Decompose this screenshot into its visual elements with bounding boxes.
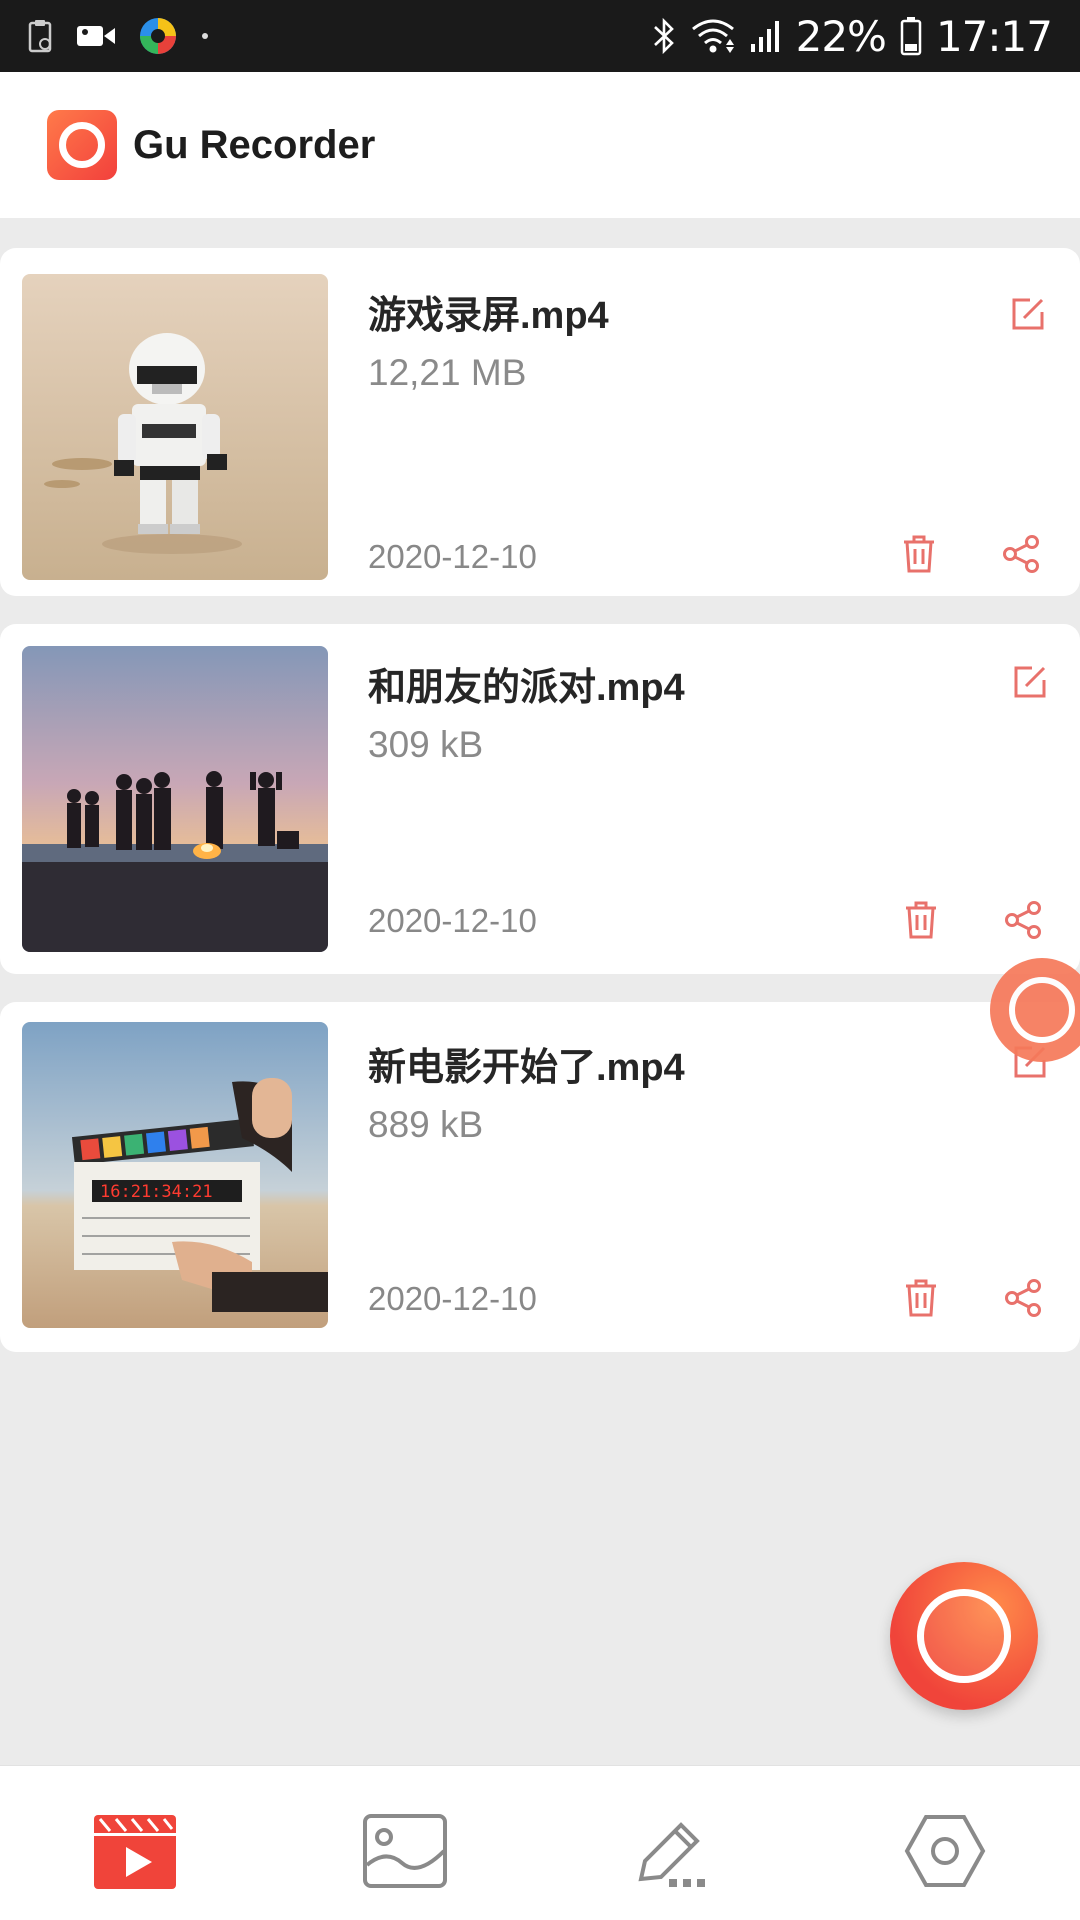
edit-icon xyxy=(1014,666,1046,698)
hexagon-settings-icon xyxy=(904,1815,986,1887)
nav-edit[interactable] xyxy=(620,1806,730,1896)
clipboard-icon xyxy=(28,18,54,54)
file-date: 2020-12-10 xyxy=(368,1280,537,1317)
nav-settings[interactable] xyxy=(890,1806,1000,1896)
trash-icon xyxy=(906,901,936,939)
clapperboard-play-icon xyxy=(94,1815,176,1889)
image-icon xyxy=(363,1814,447,1888)
status-right: 22% 17:17 xyxy=(652,11,1053,61)
file-name: 游戏录屏.mp4 xyxy=(368,295,609,337)
video-thumbnail[interactable] xyxy=(22,646,328,952)
recording-card[interactable]: 16:21:34:21 新电影开始了.mp4 889 kB 2020-12-10 xyxy=(0,1002,1080,1352)
record-logo-icon xyxy=(47,110,117,180)
file-name: 新电影开始了.mp4 xyxy=(368,1047,685,1089)
app-header: Gu Recorder xyxy=(0,72,1080,218)
pencil-icon xyxy=(638,1822,705,1887)
video-thumbnail[interactable] xyxy=(22,274,328,580)
delete-button[interactable] xyxy=(897,1274,945,1322)
battery-percent: 22% xyxy=(795,11,887,61)
video-camera-icon xyxy=(76,23,116,49)
file-size: 889 kB xyxy=(368,1104,484,1145)
dot-icon xyxy=(200,31,210,41)
svg-text:16:21:34:21: 16:21:34:21 xyxy=(100,1182,213,1202)
share-button[interactable] xyxy=(999,896,1047,944)
share-icon xyxy=(1005,901,1041,939)
edit-button[interactable] xyxy=(1004,290,1052,338)
share-button[interactable] xyxy=(997,530,1045,578)
recording-card[interactable]: 游戏录屏.mp4 12,21 MB 2020-12-10 xyxy=(0,248,1080,596)
file-size: 309 kB xyxy=(368,724,484,765)
signal-icon xyxy=(750,18,782,54)
share-button[interactable] xyxy=(999,1274,1047,1322)
bottom-navigation xyxy=(0,1765,1080,1920)
trash-icon xyxy=(904,535,934,573)
share-icon xyxy=(1003,535,1039,573)
share-icon xyxy=(1005,1279,1041,1317)
clock: 17:17 xyxy=(935,11,1053,61)
record-icon xyxy=(917,1589,1011,1683)
edit-button[interactable] xyxy=(1006,658,1054,706)
status-bar: 22% 17:17 xyxy=(0,0,1080,72)
nav-images[interactable] xyxy=(350,1806,460,1896)
file-date: 2020-12-10 xyxy=(368,902,537,939)
file-date: 2020-12-10 xyxy=(368,538,537,575)
nav-videos[interactable] xyxy=(80,1806,190,1896)
video-thumbnail[interactable]: 16:21:34:21 xyxy=(22,1022,328,1328)
bluetooth-icon xyxy=(652,16,676,56)
recording-card[interactable]: 和朋友的派对.mp4 309 kB 2020-12-10 xyxy=(0,624,1080,974)
edit-icon xyxy=(1012,298,1044,330)
file-size: 12,21 MB xyxy=(368,352,527,393)
status-left xyxy=(28,16,210,56)
file-name: 和朋友的派对.mp4 xyxy=(368,667,685,709)
app-colorful-icon xyxy=(138,16,178,56)
wifi-icon xyxy=(690,17,736,55)
record-button[interactable] xyxy=(890,1562,1038,1710)
battery-icon xyxy=(900,16,922,56)
app-title: Gu Recorder xyxy=(133,122,376,167)
delete-button[interactable] xyxy=(895,530,943,578)
delete-button[interactable] xyxy=(897,896,945,944)
trash-icon xyxy=(906,1279,936,1317)
